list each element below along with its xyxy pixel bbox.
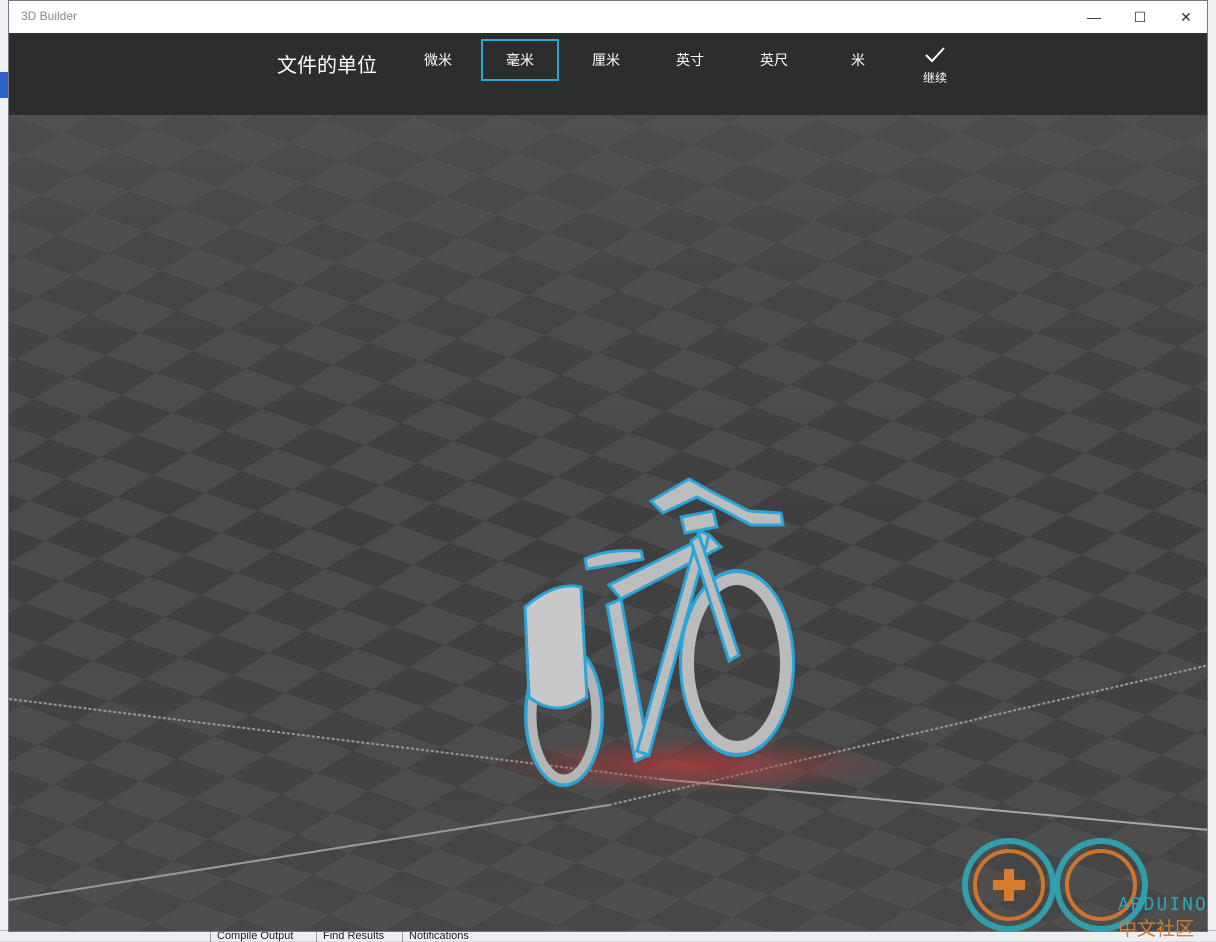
close-icon: ✕ bbox=[1180, 8, 1192, 25]
unit-centimeter-button[interactable]: 厘米 bbox=[567, 39, 645, 81]
unit-label: 英寸 bbox=[676, 53, 704, 69]
maximize-icon: ☐ bbox=[1133, 8, 1147, 25]
background-app-right-edge bbox=[1208, 0, 1216, 940]
unit-label: 英尺 bbox=[760, 53, 788, 69]
scene-canvas bbox=[9, 115, 1207, 931]
title-bar[interactable]: 3D Builder — ☐ ✕ bbox=[9, 1, 1207, 33]
unit-label: 厘米 bbox=[592, 53, 620, 69]
window-title: 3D Builder bbox=[21, 9, 78, 23]
checkmark-icon bbox=[925, 47, 945, 63]
unit-millimeter-button[interactable]: 毫米 bbox=[481, 39, 559, 81]
unit-foot-button[interactable]: 英尺 bbox=[735, 39, 813, 81]
unit-meter-button[interactable]: 米 bbox=[819, 39, 897, 81]
3d-viewport[interactable] bbox=[9, 115, 1207, 931]
unit-label: 毫米 bbox=[506, 53, 534, 69]
background-app-highlight bbox=[0, 72, 8, 98]
minimize-button[interactable]: — bbox=[1071, 1, 1117, 33]
units-toolbar: 文件的单位 微米 毫米 厘米 英寸 英尺 米 继续 bbox=[9, 33, 1207, 115]
watermark-community-text: 中文社区 bbox=[1118, 918, 1195, 940]
unit-inch-button[interactable]: 英寸 bbox=[651, 39, 729, 81]
unit-label: 米 bbox=[851, 53, 865, 69]
watermark-arduino-text: ARDUINO bbox=[1118, 894, 1208, 915]
maximize-button[interactable]: ☐ bbox=[1117, 1, 1163, 33]
continue-button[interactable]: 继续 bbox=[905, 45, 965, 89]
continue-label: 继续 bbox=[922, 71, 947, 85]
unit-micrometer-button[interactable]: 微米 bbox=[399, 39, 477, 81]
minimize-icon: — bbox=[1087, 9, 1101, 25]
unit-label: 微米 bbox=[424, 53, 452, 69]
close-button[interactable]: ✕ bbox=[1163, 1, 1207, 33]
floor-fog bbox=[9, 115, 1207, 931]
3d-builder-window: 3D Builder — ☐ ✕ 文件的单位 微米 毫米 厘米 英寸 英尺 米 bbox=[8, 0, 1208, 932]
file-units-label: 文件的单位 bbox=[277, 53, 377, 77]
